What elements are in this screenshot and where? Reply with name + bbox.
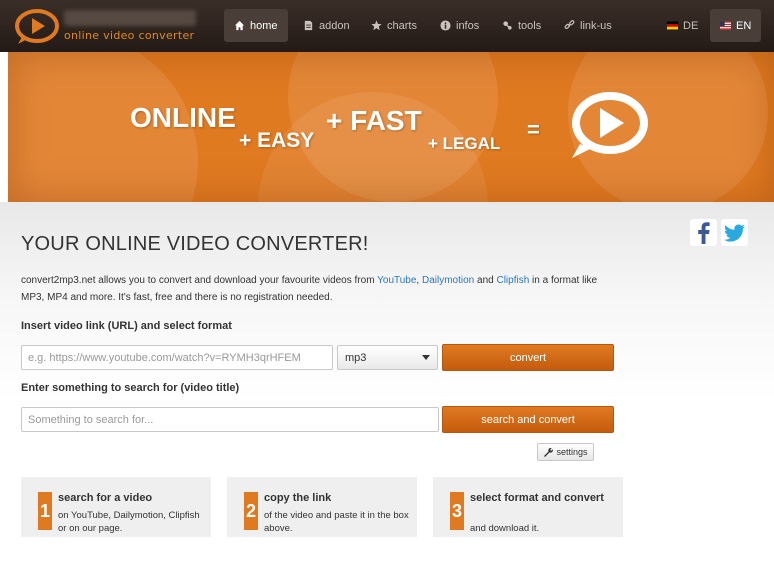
facebook-icon[interactable] xyxy=(690,219,717,246)
hero-word-online: ONLINE xyxy=(130,102,236,133)
step-description: on YouTube, Dailymotion, Clipfish or on … xyxy=(58,510,200,534)
format-select[interactable]: mp3 xyxy=(337,345,438,370)
hero-word-fast: + FAST xyxy=(326,105,422,136)
hero-word-easy: + EASY xyxy=(239,129,315,152)
wrench-icon xyxy=(544,447,554,457)
nav-item-label: link-us xyxy=(580,19,612,32)
chevron-down-icon xyxy=(422,355,430,360)
logo-tagline: online video converter xyxy=(64,29,195,42)
flag-de-icon xyxy=(667,21,678,30)
step-card: 2 copy the link of the video and paste i… xyxy=(227,477,417,537)
home-icon xyxy=(234,20,245,31)
lang-label: DE xyxy=(683,19,699,32)
format-value: mp3 xyxy=(345,351,367,364)
settings-label: settings xyxy=(556,447,588,457)
step-description: and download it. xyxy=(470,523,540,534)
search-input[interactable]: Something to search for... xyxy=(21,407,439,432)
lang-de[interactable]: DE xyxy=(657,9,708,42)
link-icon xyxy=(564,20,575,30)
nav-item-charts[interactable]: charts xyxy=(361,9,427,42)
nav-item-link-us[interactable]: link-us xyxy=(554,9,622,42)
step-card: 3 select format and convert and download… xyxy=(433,477,623,537)
nav-item-addon[interactable]: addon xyxy=(293,9,360,42)
step-description: of the video and paste it in the box abo… xyxy=(264,510,409,534)
top-navbar: online video converter home addon charts… xyxy=(0,0,774,52)
info-icon xyxy=(440,20,451,31)
hero-word-legal: + LEGAL xyxy=(428,134,501,153)
lang-en[interactable]: EN xyxy=(710,9,762,42)
step-number: 2 xyxy=(244,492,258,530)
nav-item-home[interactable]: home xyxy=(224,9,288,42)
logo-name-blurred xyxy=(64,10,196,26)
hero-logo-icon xyxy=(572,92,648,158)
url-input[interactable]: e.g. https://www.youtube.com/watch?v=RYM… xyxy=(21,345,333,370)
flag-us-icon xyxy=(720,21,731,30)
convert-button[interactable]: convert xyxy=(442,344,614,371)
nav-item-label: home xyxy=(250,19,278,32)
step-number: 1 xyxy=(38,492,52,530)
logo-icon[interactable] xyxy=(14,7,60,45)
nav-item-label: tools xyxy=(518,19,542,32)
link-clipfish[interactable]: Clipfish xyxy=(496,275,529,286)
link-dailymotion[interactable]: Dailymotion xyxy=(422,275,474,286)
description: convert2mp3.net allows you to convert an… xyxy=(21,272,621,306)
url-label: Insert video link (URL) and select forma… xyxy=(21,320,232,332)
step-title: select format and convert xyxy=(470,492,604,504)
page-title: YOUR ONLINE VIDEO CONVERTER! xyxy=(21,233,369,255)
desc-text: convert2mp3.net allows you to convert an… xyxy=(21,275,378,286)
document-icon xyxy=(304,20,313,31)
settings-button[interactable]: settings xyxy=(537,443,594,461)
search-label: Enter something to search for (video tit… xyxy=(21,382,240,394)
nav-item-label: addon xyxy=(319,19,350,32)
nav-item-tools[interactable]: tools xyxy=(492,9,551,42)
nav-item-infos[interactable]: infos xyxy=(430,9,489,42)
step-number: 3 xyxy=(450,492,464,530)
star-icon xyxy=(371,20,382,31)
lang-label: EN xyxy=(736,19,752,32)
step-title: search for a video xyxy=(58,492,153,504)
step-title: copy the link xyxy=(264,492,332,504)
nav-item-label: charts xyxy=(387,19,417,32)
search-and-convert-button[interactable]: search and convert xyxy=(442,406,614,433)
link-youtube[interactable]: YouTube xyxy=(377,275,416,286)
hero-banner: ONLINE + EASY + FAST + LEGAL = xyxy=(8,52,774,202)
tools-icon xyxy=(503,21,512,30)
step-card: 1 search for a video on YouTube, Dailymo… xyxy=(21,477,211,537)
hero-equals: = xyxy=(527,117,540,142)
desc-text: and xyxy=(474,275,497,286)
twitter-icon[interactable] xyxy=(721,219,748,246)
nav-item-label: infos xyxy=(456,19,480,32)
